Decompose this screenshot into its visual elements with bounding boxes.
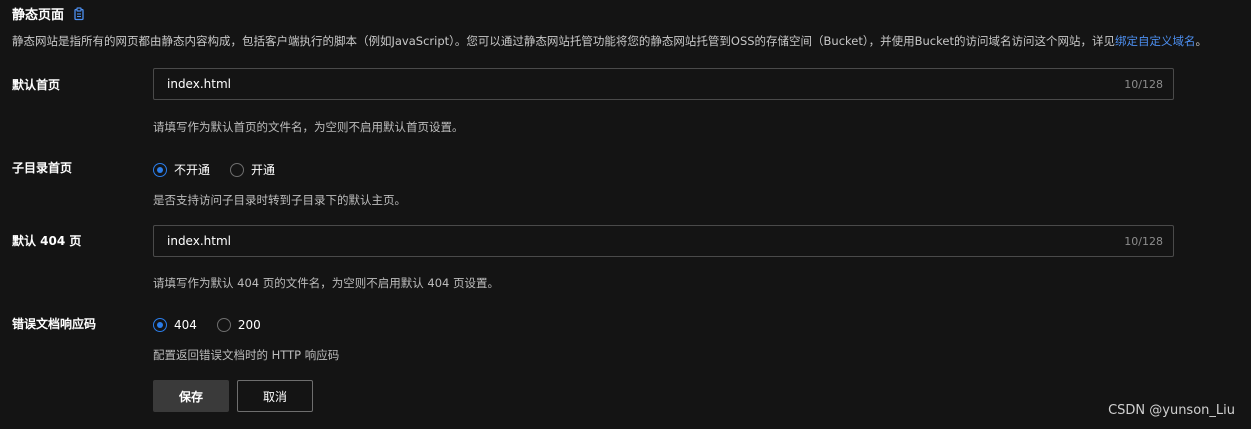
- error-code-label: 错误文档响应码: [12, 317, 97, 331]
- default-index-label: 默认首页: [12, 78, 61, 92]
- default-index-hint: 请填写作为默认首页的文件名，为空则不启用默认首页设置。: [153, 120, 464, 134]
- subdir-index-hint: 是否支持访问子目录时转到子目录下的默认主页。: [153, 193, 406, 207]
- section-description: 静态网站是指所有的网页都由静态内容构成，包括客户端执行的脚本（例如JavaScr…: [12, 33, 1207, 49]
- error-code-option-404[interactable]: 404: [153, 318, 197, 332]
- save-button[interactable]: 保存: [153, 380, 229, 412]
- error-code-hint: 配置返回错误文档时的 HTTP 响应码: [153, 348, 340, 362]
- subdir-index-option-on[interactable]: 开通: [230, 161, 275, 178]
- default-index-input[interactable]: index.html 10/128: [153, 68, 1174, 100]
- radio-checked-icon: [153, 162, 167, 177]
- radio-label: 404: [174, 318, 197, 332]
- default-404-label: 默认 404 页: [12, 234, 82, 248]
- bind-domain-link[interactable]: 绑定自定义域名: [1115, 34, 1196, 48]
- description-text: 静态网站是指所有的网页都由静态内容构成，包括客户端执行的脚本（例如JavaScr…: [12, 34, 1115, 48]
- default-404-input[interactable]: index.html 10/128: [153, 225, 1174, 257]
- description-suffix: 。: [1195, 34, 1207, 48]
- radio-label: 200: [237, 318, 261, 332]
- subdir-index-label: 子目录首页: [12, 161, 73, 175]
- copy-icon[interactable]: [72, 6, 86, 21]
- error-code-radio-group: 404 200: [153, 318, 281, 332]
- radio-checked-icon: [153, 318, 167, 332]
- default-404-char-count: 10/128: [1124, 234, 1163, 248]
- default-index-char-count: 10/128: [1124, 77, 1163, 91]
- watermark: CSDN @yunson_Liu: [1108, 403, 1235, 418]
- default-404-value: index.html: [167, 234, 231, 248]
- radio-label: 不开通: [174, 163, 211, 177]
- cancel-button[interactable]: 取消: [237, 380, 313, 412]
- default-404-hint: 请填写作为默认 404 页的文件名，为空则不启用默认 404 页设置。: [153, 276, 500, 290]
- static-page-settings: 静态页面 静态网站是指所有的网页都由静态内容构成，包括客户端执行的脚本（例如Ja…: [0, 0, 1251, 429]
- section-title: 静态页面: [12, 8, 65, 23]
- section-header: 静态页面: [12, 4, 86, 23]
- error-code-option-200[interactable]: 200: [216, 318, 261, 332]
- subdir-index-option-off[interactable]: 不开通: [153, 161, 210, 178]
- subdir-index-radio-group: 不开通 开通: [153, 161, 295, 178]
- radio-unchecked-icon: [230, 162, 245, 177]
- radio-unchecked-icon: [216, 318, 231, 332]
- radio-label: 开通: [251, 163, 276, 177]
- default-index-value: index.html: [167, 77, 231, 91]
